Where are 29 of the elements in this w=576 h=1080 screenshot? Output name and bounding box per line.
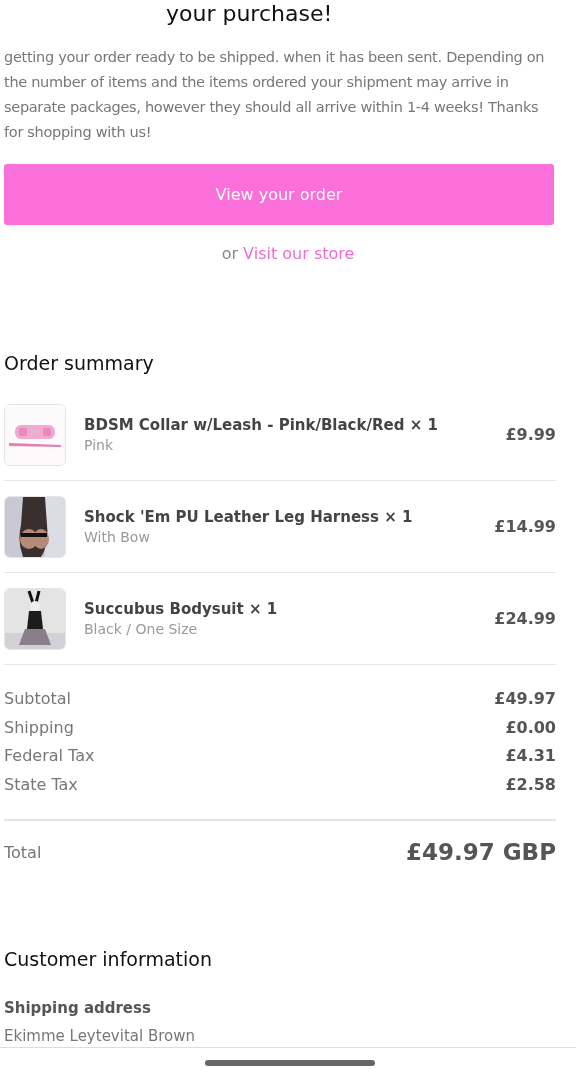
- summary-amount: £2.58: [505, 773, 556, 796]
- section-heading: Customer information: [4, 947, 213, 971]
- message-paragraph: getting your order ready to be shipped. when it has been sent. Depending on the number of items and the items ordered your shipment may arrive in separate packages, however they should all arrive within 1-4 weeks! Thanks for shopping with us!: [4, 48, 546, 142]
- summary-label: Shipping: [4, 716, 74, 739]
- product-name: Shock 'Em PU Leather Leg Harness × 1: [84, 508, 414, 526]
- summary-label: State Tax: [4, 773, 78, 796]
- product-variant: Black / One Size: [84, 621, 199, 637]
- summary-amount: £0.00: [505, 716, 556, 739]
- total-amount: £49.97 GBP: [405, 839, 556, 865]
- product-variant: With Bow: [84, 529, 151, 545]
- home-indicator[interactable]: [205, 1060, 375, 1066]
- product-price: £14.99: [494, 517, 556, 536]
- total-label: Total: [4, 842, 42, 862]
- summary-label: Subtotal: [4, 688, 72, 710]
- address-name: Ekimme Leytevital Brown: [4, 1027, 196, 1045]
- product-price: £24.99: [494, 609, 556, 628]
- product-name: BDSM Collar w/Leash - Pink/Black/Red × 1: [84, 416, 439, 434]
- store-link[interactable]: Visit our store: [243, 244, 355, 263]
- email-title: your purchase!: [166, 0, 334, 28]
- summary-amount: £49.97: [494, 688, 556, 710]
- or-text: or: [221, 244, 238, 263]
- product-variant: Pink: [84, 437, 114, 453]
- section-heading: Order summary: [4, 351, 155, 375]
- product-name: Succubus Bodysuit × 1: [84, 600, 279, 618]
- product-price: £9.99: [505, 425, 556, 444]
- summary-label: Federal Tax: [4, 745, 95, 767]
- view-order-button[interactable]: View your order: [4, 164, 554, 225]
- shipping-address-heading: Shipping address: [4, 999, 152, 1017]
- summary-amount: £4.31: [505, 745, 556, 767]
